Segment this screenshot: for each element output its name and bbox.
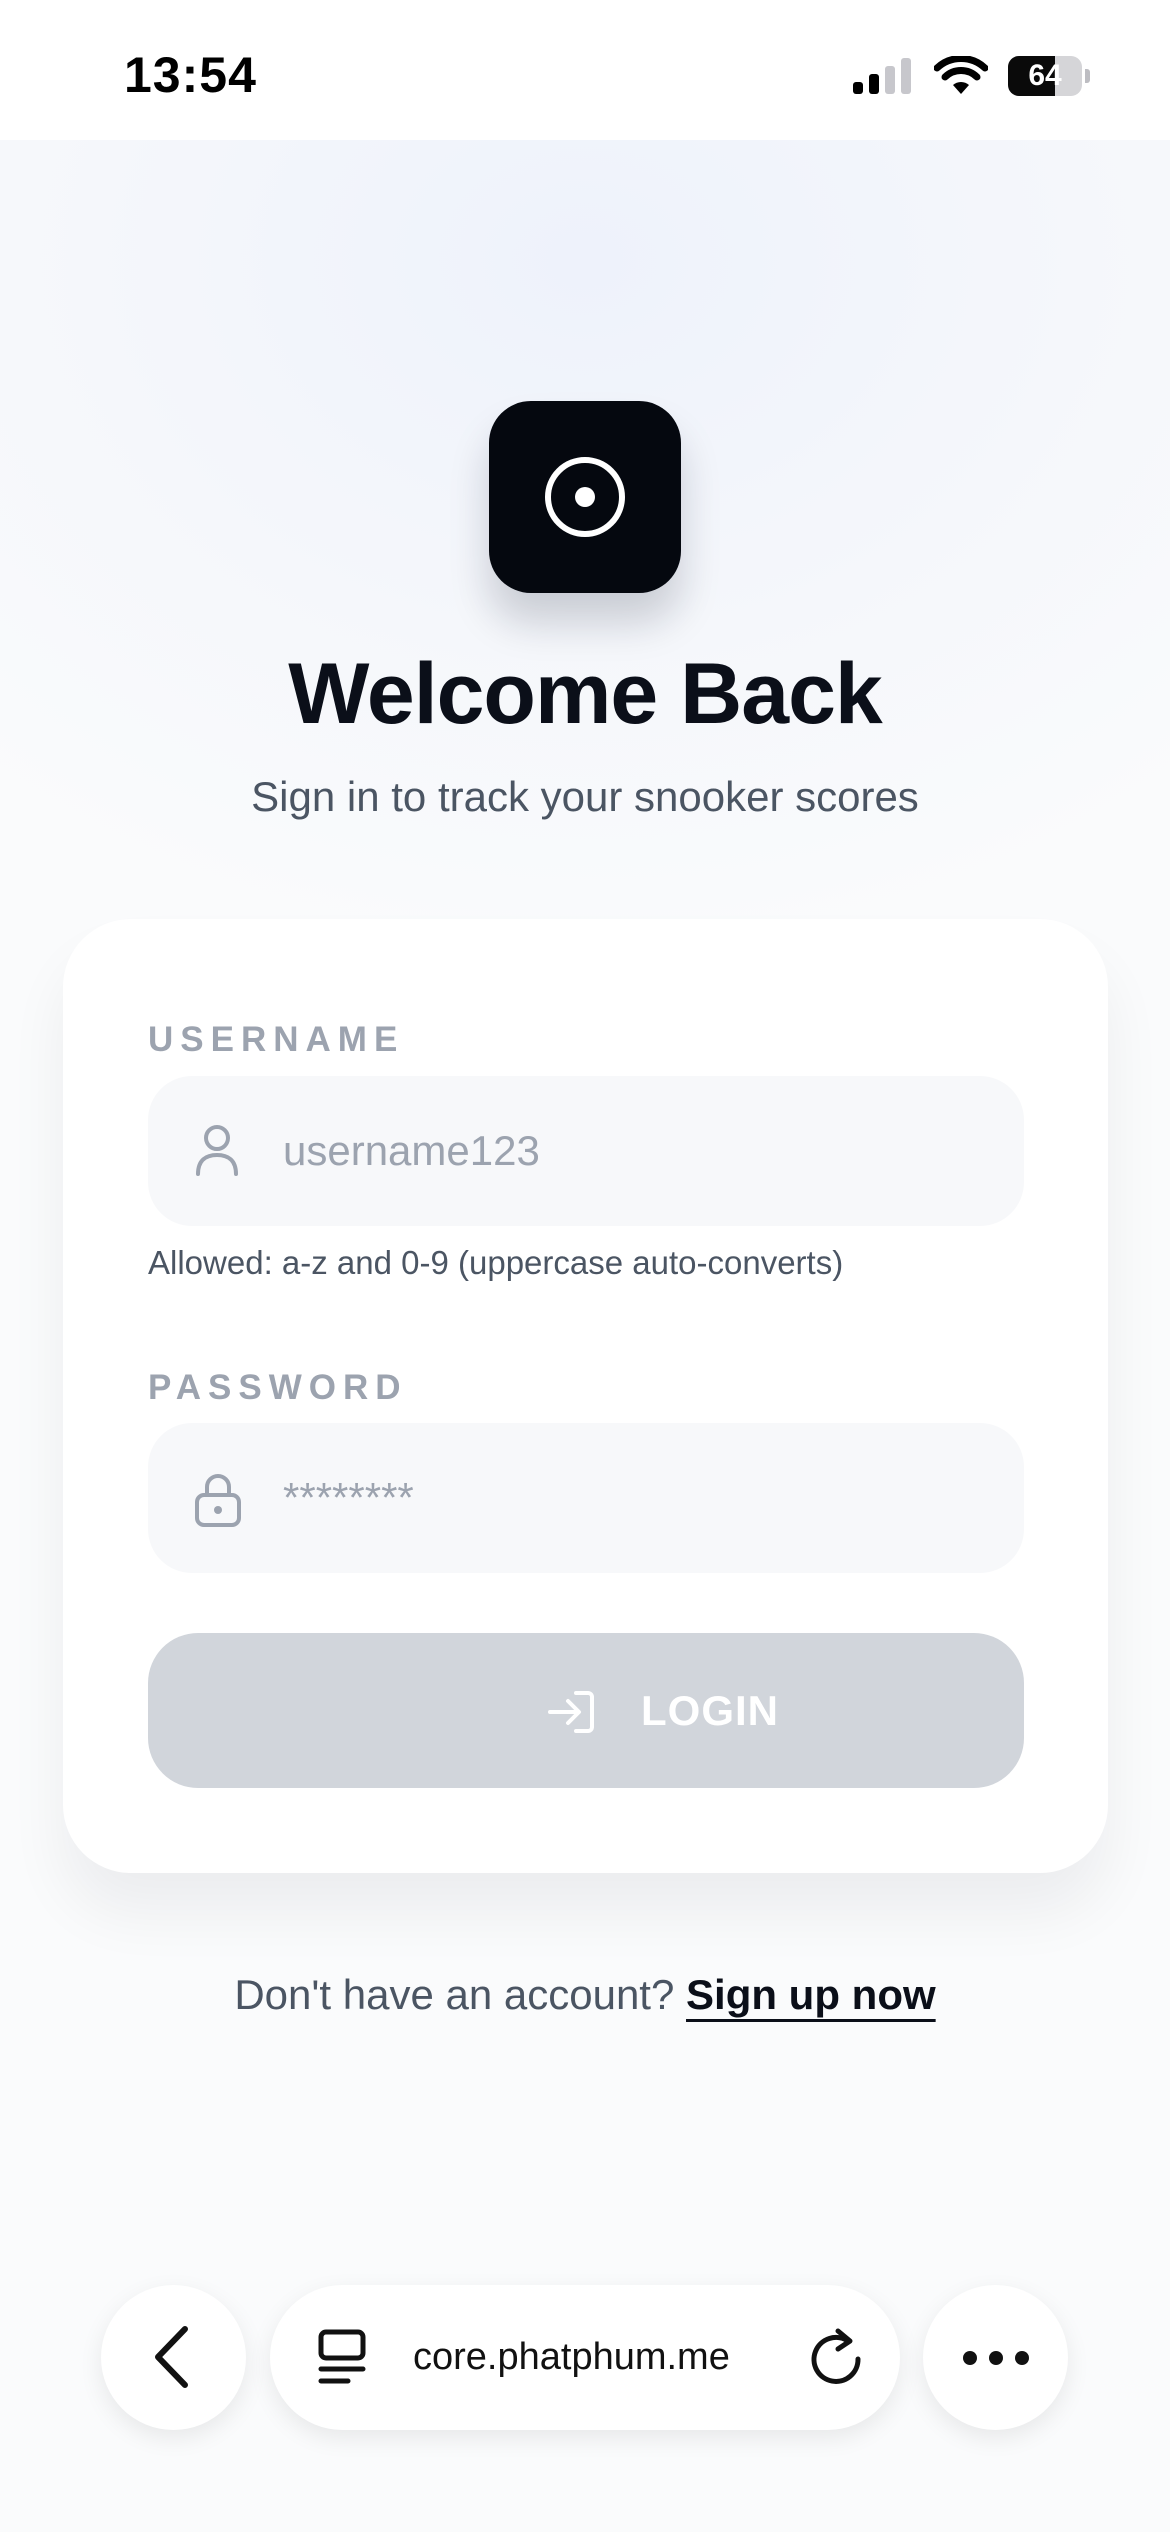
login-button[interactable]: LOGIN xyxy=(148,1633,1024,1788)
signup-prompt: Don't have an account? xyxy=(234,1971,675,2018)
battery-level: 64 xyxy=(1028,59,1062,92)
signup-link[interactable]: Sign up now xyxy=(686,1971,936,2018)
status-bar: 13:54 64 xyxy=(0,0,1170,140)
password-label: PASSWORD xyxy=(148,1368,408,1407)
app-logo xyxy=(489,401,681,593)
username-hint: Allowed: a-z and 0-9 (uppercase auto-con… xyxy=(148,1244,844,1281)
username-input[interactable]: username123 xyxy=(283,1076,540,1226)
user-icon xyxy=(196,1125,238,1176)
battery-icon: 64 xyxy=(1008,56,1090,96)
more-icon xyxy=(963,2351,1029,2365)
signup-row: Don't have an account? Sign up now xyxy=(0,1971,1170,2019)
more-button[interactable] xyxy=(923,2285,1068,2430)
username-field[interactable]: username123 xyxy=(148,1076,1024,1226)
address-bar[interactable]: core.phatphum.me xyxy=(270,2285,900,2430)
reader-mode-icon[interactable] xyxy=(318,2329,368,2387)
back-arrow-icon xyxy=(155,2326,188,2388)
page-title: Welcome Back xyxy=(288,646,883,742)
cellular-signal-icon xyxy=(853,58,911,94)
url-text[interactable]: core.phatphum.me xyxy=(413,2285,730,2430)
status-time: 13:54 xyxy=(124,47,257,103)
page-subtitle: Sign in to track your snooker scores xyxy=(251,773,919,820)
login-card: USERNAME username123 Allowed: a-z and 0-… xyxy=(63,919,1108,1873)
login-page: Welcome Back Sign in to track your snook… xyxy=(0,140,1170,2532)
wifi-icon xyxy=(934,56,988,94)
lock-icon xyxy=(195,1474,241,1527)
back-button[interactable] xyxy=(101,2285,246,2430)
browser-toolbar: core.phatphum.me xyxy=(0,2280,1170,2430)
password-input[interactable]: ******** xyxy=(283,1423,414,1573)
login-icon xyxy=(548,1691,594,1733)
username-label: USERNAME xyxy=(148,1020,405,1059)
login-label: LOGIN xyxy=(641,1687,779,1734)
reload-icon[interactable] xyxy=(808,2327,866,2389)
password-field[interactable]: ******** xyxy=(148,1423,1024,1573)
